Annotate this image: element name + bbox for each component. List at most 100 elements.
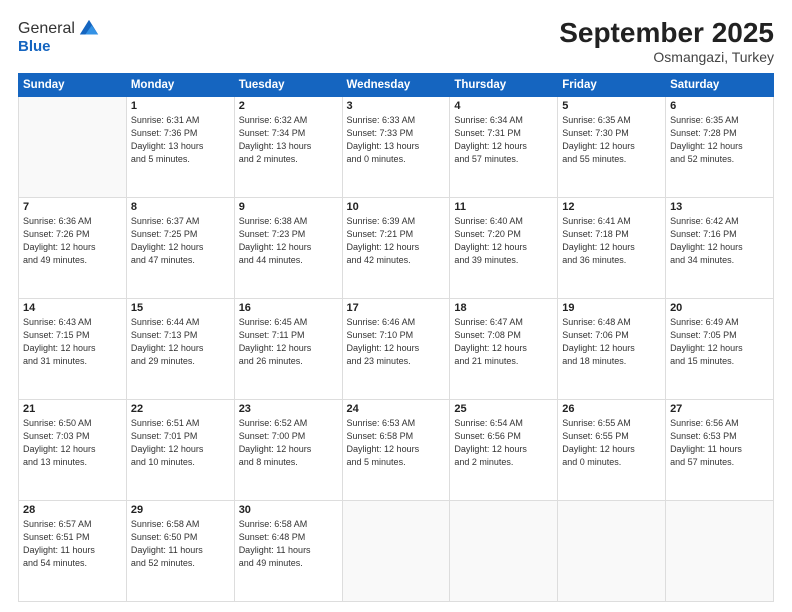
table-row	[558, 500, 666, 601]
calendar-week-5: 28 Sunrise: 6:57 AMSunset: 6:51 PMDayligh…	[19, 500, 774, 601]
day-info: Sunrise: 6:35 AMSunset: 7:28 PMDaylight:…	[670, 114, 769, 166]
table-row: 19 Sunrise: 6:48 AMSunset: 7:06 PMDayligh…	[558, 298, 666, 399]
day-number: 15	[131, 302, 230, 314]
day-info: Sunrise: 6:45 AMSunset: 7:11 PMDaylight:…	[239, 316, 338, 368]
table-row: 5 Sunrise: 6:35 AMSunset: 7:30 PMDaylight…	[558, 96, 666, 197]
day-info: Sunrise: 6:41 AMSunset: 7:18 PMDaylight:…	[562, 215, 661, 267]
table-row: 24 Sunrise: 6:53 AMSunset: 6:58 PMDayligh…	[342, 399, 450, 500]
day-number: 22	[131, 403, 230, 415]
col-sunday: Sunday	[19, 73, 127, 96]
logo-icon	[78, 18, 100, 40]
table-row	[666, 500, 774, 601]
logo-general-text: General	[18, 20, 75, 38]
day-number: 17	[347, 302, 446, 314]
table-row: 28 Sunrise: 6:57 AMSunset: 6:51 PMDayligh…	[19, 500, 127, 601]
col-wednesday: Wednesday	[342, 73, 450, 96]
day-number: 19	[562, 302, 661, 314]
day-info: Sunrise: 6:52 AMSunset: 7:00 PMDaylight:…	[239, 417, 338, 469]
table-row: 4 Sunrise: 6:34 AMSunset: 7:31 PMDaylight…	[450, 96, 558, 197]
day-number: 29	[131, 504, 230, 516]
day-number: 4	[454, 100, 553, 112]
day-info: Sunrise: 6:56 AMSunset: 6:53 PMDaylight:…	[670, 417, 769, 469]
table-row: 23Sunrise: 6:52 AMSunset: 7:00 PMDayligh…	[234, 399, 342, 500]
table-row	[450, 500, 558, 601]
table-row: 1Sunrise: 6:31 AMSunset: 7:36 PMDaylight…	[126, 96, 234, 197]
calendar-table: Sunday Monday Tuesday Wednesday Thursday…	[18, 73, 774, 602]
day-number: 5	[562, 100, 661, 112]
day-number: 27	[670, 403, 769, 415]
day-info: Sunrise: 6:33 AMSunset: 7:33 PMDaylight:…	[347, 114, 446, 166]
table-row: 14Sunrise: 6:43 AMSunset: 7:15 PMDayligh…	[19, 298, 127, 399]
table-row: 12 Sunrise: 6:41 AMSunset: 7:18 PMDayligh…	[558, 197, 666, 298]
header: General Blue September 2025 Osmangazi, T…	[18, 18, 774, 65]
table-row: 16 Sunrise: 6:45 AMSunset: 7:11 PMDayligh…	[234, 298, 342, 399]
day-number: 6	[670, 100, 769, 112]
table-row: 8 Sunrise: 6:37 AMSunset: 7:25 PMDaylight…	[126, 197, 234, 298]
table-row: 21 Sunrise: 6:50 AMSunset: 7:03 PMDayligh…	[19, 399, 127, 500]
day-info: Sunrise: 6:34 AMSunset: 7:31 PMDaylight:…	[454, 114, 553, 166]
day-info: Sunrise: 6:57 AMSunset: 6:51 PMDaylight:…	[23, 518, 122, 570]
table-row: 26Sunrise: 6:55 AMSunset: 6:55 PMDayligh…	[558, 399, 666, 500]
day-number: 28	[23, 504, 122, 516]
day-info: Sunrise: 6:44 AMSunset: 7:13 PMDaylight:…	[131, 316, 230, 368]
day-info: Sunrise: 6:35 AMSunset: 7:30 PMDaylight:…	[562, 114, 661, 166]
table-row: 25Sunrise: 6:54 AMSunset: 6:56 PMDayligh…	[450, 399, 558, 500]
day-info: Sunrise: 6:36 AMSunset: 7:26 PMDaylight:…	[23, 215, 122, 267]
page-subtitle: Osmangazi, Turkey	[559, 49, 774, 65]
day-info: Sunrise: 6:46 AMSunset: 7:10 PMDaylight:…	[347, 316, 446, 368]
day-number: 11	[454, 201, 553, 213]
col-saturday: Saturday	[666, 73, 774, 96]
table-row: 3Sunrise: 6:33 AMSunset: 7:33 PMDaylight…	[342, 96, 450, 197]
day-info: Sunrise: 6:39 AMSunset: 7:21 PMDaylight:…	[347, 215, 446, 267]
day-number: 7	[23, 201, 122, 213]
table-row: 18 Sunrise: 6:47 AMSunset: 7:08 PMDayligh…	[450, 298, 558, 399]
page-title: September 2025	[559, 18, 774, 49]
day-number: 8	[131, 201, 230, 213]
day-number: 18	[454, 302, 553, 314]
day-info: Sunrise: 6:37 AMSunset: 7:25 PMDaylight:…	[131, 215, 230, 267]
day-info: Sunrise: 6:53 AMSunset: 6:58 PMDaylight:…	[347, 417, 446, 469]
table-row: 6 Sunrise: 6:35 AMSunset: 7:28 PMDaylight…	[666, 96, 774, 197]
day-number: 21	[23, 403, 122, 415]
table-row: 9 Sunrise: 6:38 AMSunset: 7:23 PMDaylight…	[234, 197, 342, 298]
page: General Blue September 2025 Osmangazi, T…	[0, 0, 792, 612]
calendar-header-row: Sunday Monday Tuesday Wednesday Thursday…	[19, 73, 774, 96]
day-info: Sunrise: 6:54 AMSunset: 6:56 PMDaylight:…	[454, 417, 553, 469]
calendar-week-4: 21 Sunrise: 6:50 AMSunset: 7:03 PMDayligh…	[19, 399, 774, 500]
table-row: 10 Sunrise: 6:39 AMSunset: 7:21 PMDayligh…	[342, 197, 450, 298]
day-info: Sunrise: 6:51 AMSunset: 7:01 PMDaylight:…	[131, 417, 230, 469]
calendar-week-2: 7 Sunrise: 6:36 AMSunset: 7:26 PMDaylight…	[19, 197, 774, 298]
day-number: 1	[131, 100, 230, 112]
day-number: 16	[239, 302, 338, 314]
logo-blue-text: Blue	[18, 38, 100, 55]
table-row: 17 Sunrise: 6:46 AMSunset: 7:10 PMDayligh…	[342, 298, 450, 399]
day-number: 30	[239, 504, 338, 516]
table-row: 11Sunrise: 6:40 AMSunset: 7:20 PMDayligh…	[450, 197, 558, 298]
table-row	[19, 96, 127, 197]
day-info: Sunrise: 6:38 AMSunset: 7:23 PMDaylight:…	[239, 215, 338, 267]
day-info: Sunrise: 6:58 AMSunset: 6:48 PMDaylight:…	[239, 518, 338, 570]
day-info: Sunrise: 6:50 AMSunset: 7:03 PMDaylight:…	[23, 417, 122, 469]
table-row: 7 Sunrise: 6:36 AMSunset: 7:26 PMDaylight…	[19, 197, 127, 298]
day-number: 24	[347, 403, 446, 415]
col-tuesday: Tuesday	[234, 73, 342, 96]
day-info: Sunrise: 6:49 AMSunset: 7:05 PMDaylight:…	[670, 316, 769, 368]
day-number: 10	[347, 201, 446, 213]
col-thursday: Thursday	[450, 73, 558, 96]
table-row: 29 Sunrise: 6:58 AMSunset: 6:50 PMDayligh…	[126, 500, 234, 601]
day-info: Sunrise: 6:58 AMSunset: 6:50 PMDaylight:…	[131, 518, 230, 570]
day-number: 13	[670, 201, 769, 213]
table-row: 13Sunrise: 6:42 AMSunset: 7:16 PMDayligh…	[666, 197, 774, 298]
day-info: Sunrise: 6:48 AMSunset: 7:06 PMDaylight:…	[562, 316, 661, 368]
col-friday: Friday	[558, 73, 666, 96]
table-row	[342, 500, 450, 601]
table-row: 2 Sunrise: 6:32 AMSunset: 7:34 PMDaylight…	[234, 96, 342, 197]
logo: General Blue	[18, 18, 100, 55]
day-info: Sunrise: 6:32 AMSunset: 7:34 PMDaylight:…	[239, 114, 338, 166]
day-number: 2	[239, 100, 338, 112]
day-number: 9	[239, 201, 338, 213]
calendar-week-1: 1Sunrise: 6:31 AMSunset: 7:36 PMDaylight…	[19, 96, 774, 197]
day-info: Sunrise: 6:47 AMSunset: 7:08 PMDaylight:…	[454, 316, 553, 368]
col-monday: Monday	[126, 73, 234, 96]
day-number: 12	[562, 201, 661, 213]
